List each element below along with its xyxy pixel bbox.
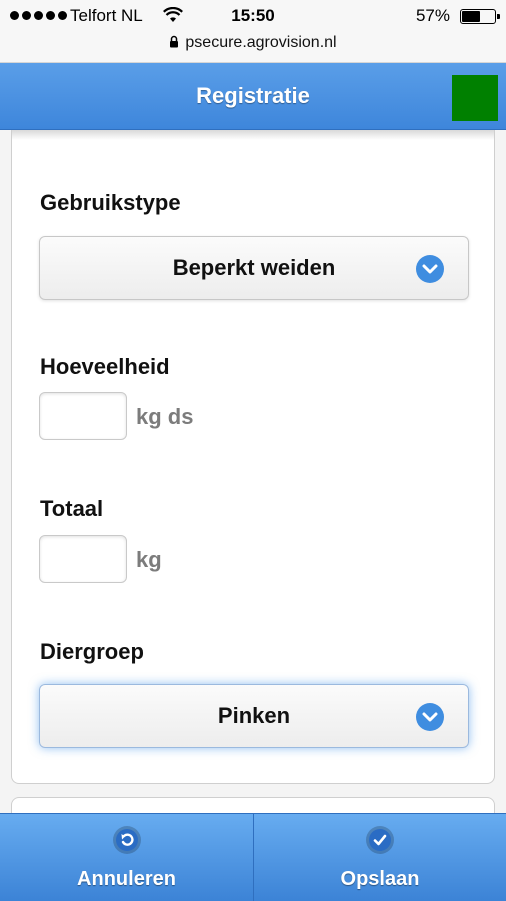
totaal-unit: kg [136, 547, 162, 572]
diergroep-select[interactable]: Pinken [39, 684, 469, 748]
save-label: Opslaan [340, 868, 420, 890]
save-button[interactable]: Opslaan [253, 814, 506, 901]
hoeveelheid-input[interactable] [39, 392, 127, 440]
hoeveelheid-label: Hoeveelheid [40, 354, 170, 379]
page-title: Registratie [196, 83, 310, 108]
gebruikstype-label: Gebruikstype [40, 190, 181, 215]
footer-toolbar: Annuleren Opslaan [0, 813, 506, 901]
undo-icon [112, 826, 141, 854]
address-bar[interactable]: psecure.agrovision.nl [0, 34, 506, 53]
page-url: psecure.agrovision.nl [185, 34, 337, 51]
registration-form: Gebruikstype Beperkt weiden Hoeveelheid … [11, 130, 495, 784]
totaal-label: Totaal [40, 496, 104, 521]
lock-icon [169, 35, 179, 53]
gebruikstype-value: Beperkt weiden [172, 255, 336, 280]
checkmark-icon [366, 826, 394, 854]
diergroep-value: Pinken [217, 703, 291, 728]
battery-percentage: 57% [415, 6, 450, 25]
totaal-input[interactable] [39, 535, 127, 583]
page-header: Registratie [0, 63, 506, 130]
gebruikstype-select[interactable]: Beperkt weiden [39, 236, 469, 300]
hoeveelheid-unit: kg ds [136, 404, 194, 429]
diergroep-label: Diergroep [40, 639, 144, 664]
status-bar: Telfort NL 15:50 57% psecure.agrovision.… [0, 0, 506, 63]
status-indicator [452, 75, 498, 121]
cancel-label: Annuleren [77, 868, 176, 890]
battery-icon [460, 9, 500, 24]
cancel-button[interactable]: Annuleren [0, 814, 253, 901]
chevron-down-icon [416, 703, 444, 731]
chevron-down-icon [416, 255, 444, 283]
